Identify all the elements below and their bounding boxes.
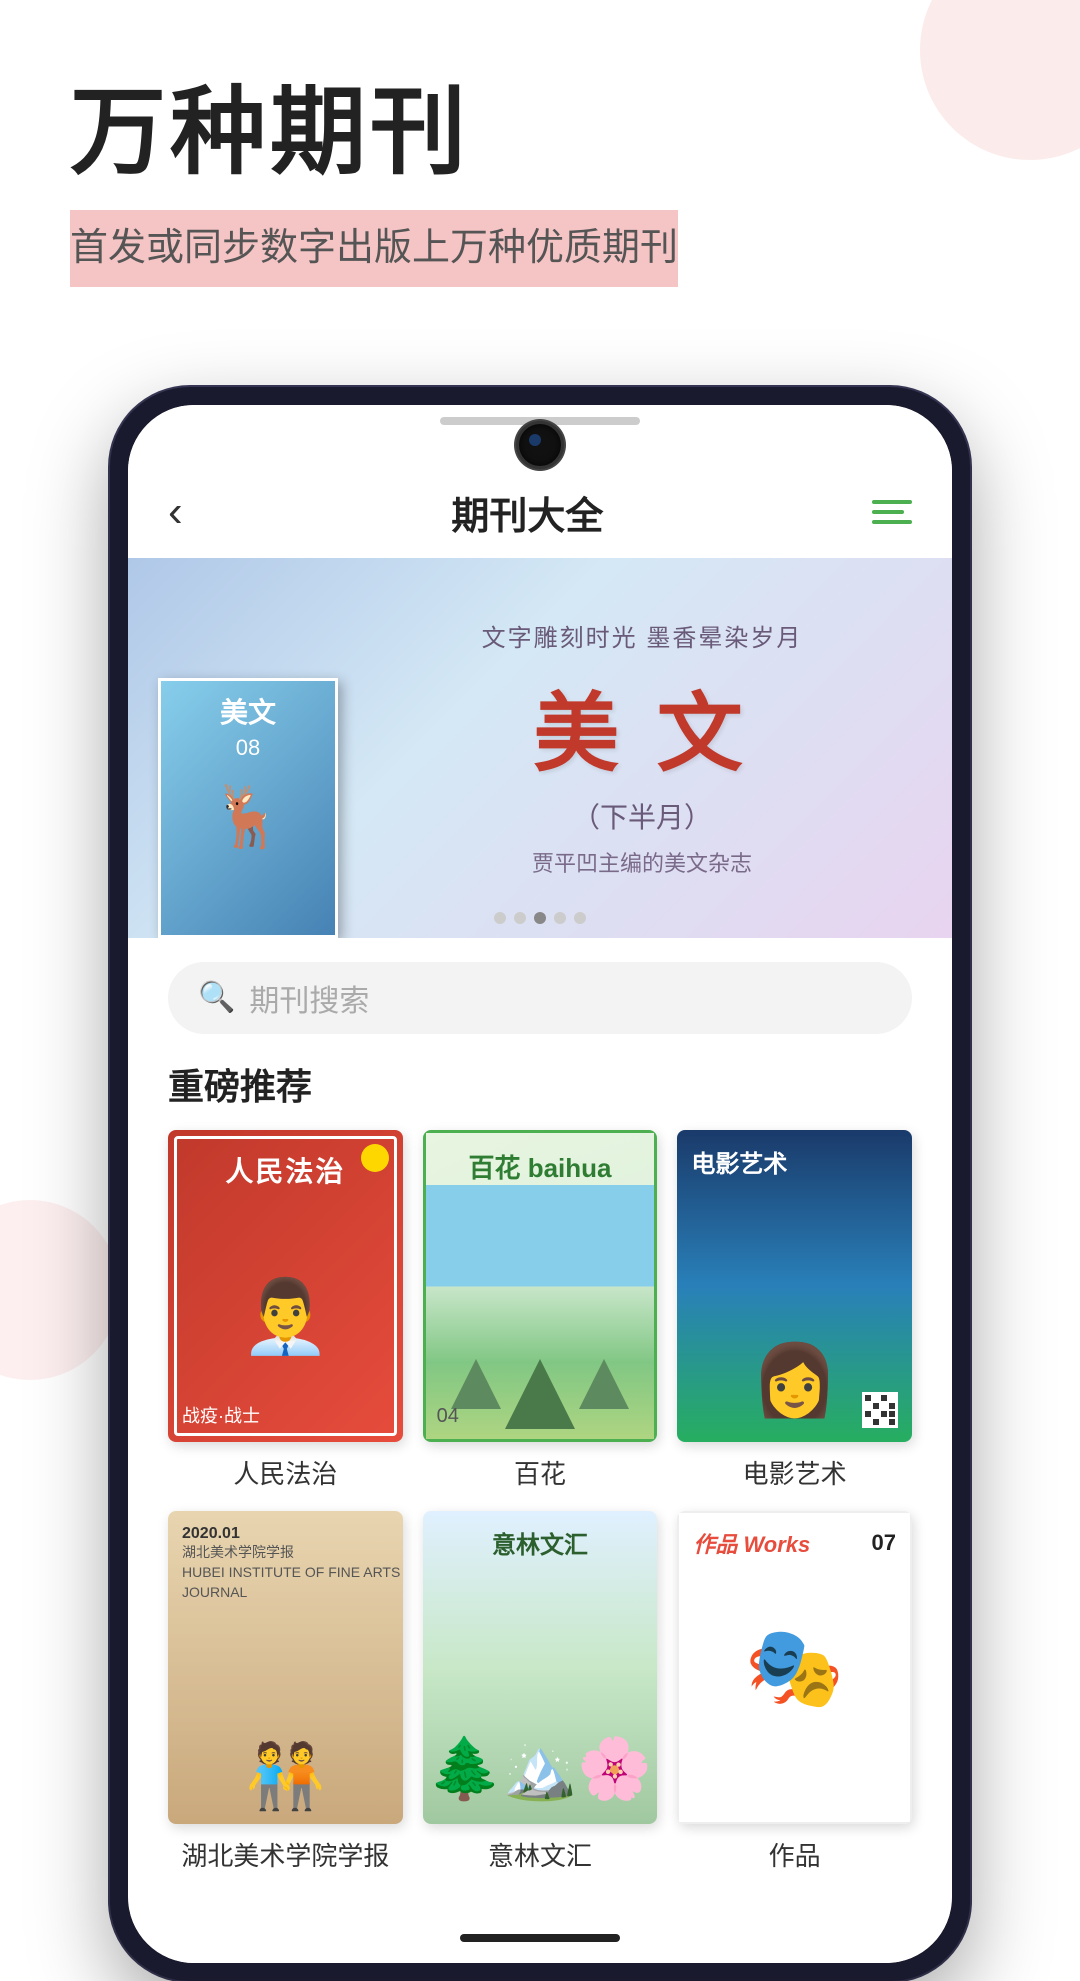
magazine-name-rmfz: 人民法治 bbox=[168, 1454, 403, 1491]
phone-bottom-area bbox=[128, 1913, 952, 1963]
zuopin-brand-text: 作品 Works bbox=[693, 1527, 810, 1559]
magazine-name-zuopin: 作品 bbox=[677, 1836, 912, 1873]
featured-banner[interactable]: 美文 08 🦌 文字雕刻时光 墨香晕染岁月 美 文 （下半月） 贾平凹主编的美文… bbox=[128, 558, 952, 938]
search-placeholder: 期刊搜索 bbox=[249, 976, 369, 1020]
magazine-name-dyys: 电影艺术 bbox=[677, 1454, 912, 1491]
status-bar bbox=[128, 405, 952, 475]
hero-subtitle: 首发或同步数字出版上万种优质期刊 bbox=[70, 210, 678, 287]
search-icon: 🔍 bbox=[198, 980, 235, 1015]
phone-mockup: ‹ 期刊大全 美文 08 🦌 文字雕刻时光 墨香晕染岁月 bbox=[110, 387, 970, 1981]
dot-2 bbox=[514, 912, 526, 924]
bg-decoration-left-mid bbox=[0, 1200, 120, 1380]
banner-content: 文字雕刻时光 墨香晕染岁月 美 文 （下半月） 贾平凹主编的美文杂志 bbox=[362, 558, 922, 938]
list-item[interactable]: 作品 Works 07 🎭 作品 bbox=[677, 1511, 912, 1873]
magazine-cover-baihua: 百花 baihua 04 bbox=[423, 1130, 658, 1443]
list-item[interactable]: 电影艺术 👩 bbox=[677, 1130, 912, 1492]
magazine-cover-rmfz: 人民法治 👨‍💼 战疫·战士 bbox=[168, 1130, 403, 1443]
dot-5 bbox=[574, 912, 586, 924]
magazine-name-baihua: 百花 bbox=[423, 1454, 658, 1491]
app-header: ‹ 期刊大全 bbox=[128, 475, 952, 558]
dot-4 bbox=[554, 912, 566, 924]
home-indicator bbox=[460, 1934, 620, 1942]
banner-subtitle: （下半月） bbox=[572, 796, 712, 836]
magazine-cover-hbmsxy: 2020.01 湖北美术学院学报HUBEI INSTITUTE OF FINE … bbox=[168, 1511, 403, 1824]
back-button[interactable]: ‹ bbox=[168, 487, 183, 537]
magazine-cover-yilin: 意林文汇 🌲🏔️🌸 bbox=[423, 1511, 658, 1824]
camera-hole bbox=[516, 421, 564, 469]
magazine-name-yilin: 意林文汇 bbox=[423, 1836, 658, 1873]
banner-desc: 贾平凹主编的美文杂志 bbox=[532, 846, 752, 878]
magazine-cover-dyys: 电影艺术 👩 bbox=[677, 1130, 912, 1443]
menu-line-1 bbox=[872, 500, 912, 504]
menu-line-2 bbox=[872, 510, 904, 514]
banner-pagination bbox=[494, 912, 586, 924]
banner-main-title: 美 文 bbox=[533, 663, 751, 788]
banner-tagline: 文字雕刻时光 墨香晕染岁月 bbox=[482, 618, 803, 653]
magazine-cover-zuopin: 作品 Works 07 🎭 bbox=[677, 1511, 912, 1824]
app-title: 期刊大全 bbox=[451, 485, 603, 540]
hero-section: 万种期刊 首发或同步数字出版上万种优质期刊 bbox=[0, 0, 1080, 327]
hero-title: 万种期刊 bbox=[70, 80, 1010, 186]
list-item[interactable]: 意林文汇 🌲🏔️🌸 意林文汇 bbox=[423, 1511, 658, 1873]
list-item[interactable]: 百花 baihua 04 百花 bbox=[423, 1130, 658, 1492]
banner-cover-issue: 08 bbox=[236, 735, 260, 761]
section-featured-title: 重磅推荐 bbox=[128, 1058, 952, 1110]
list-item[interactable]: 2020.01 湖北美术学院学报HUBEI INSTITUTE OF FINE … bbox=[168, 1511, 403, 1873]
menu-button[interactable] bbox=[872, 500, 912, 524]
phone-screen: ‹ 期刊大全 美文 08 🦌 文字雕刻时光 墨香晕染岁月 bbox=[128, 405, 952, 1964]
phone-frame: ‹ 期刊大全 美文 08 🦌 文字雕刻时光 墨香晕染岁月 bbox=[110, 387, 970, 1981]
magazine-name-hbmsxy: 湖北美术学院学报 bbox=[168, 1836, 403, 1873]
zuopin-issue-number: 07 bbox=[872, 1530, 896, 1556]
magazine-grid: 人民法治 👨‍💼 战疫·战士 人民法治 百花 baihua bbox=[128, 1130, 952, 1914]
search-bar[interactable]: 🔍 期刊搜索 bbox=[168, 962, 912, 1034]
list-item[interactable]: 人民法治 👨‍💼 战疫·战士 人民法治 bbox=[168, 1130, 403, 1492]
banner-magazine-cover: 美文 08 🦌 bbox=[158, 678, 338, 938]
dot-3 bbox=[534, 912, 546, 924]
banner-cover-deer-icon: 🦌 bbox=[211, 781, 286, 852]
dot-1 bbox=[494, 912, 506, 924]
banner-cover-title: 美文 bbox=[220, 691, 276, 731]
menu-line-3 bbox=[872, 520, 912, 524]
